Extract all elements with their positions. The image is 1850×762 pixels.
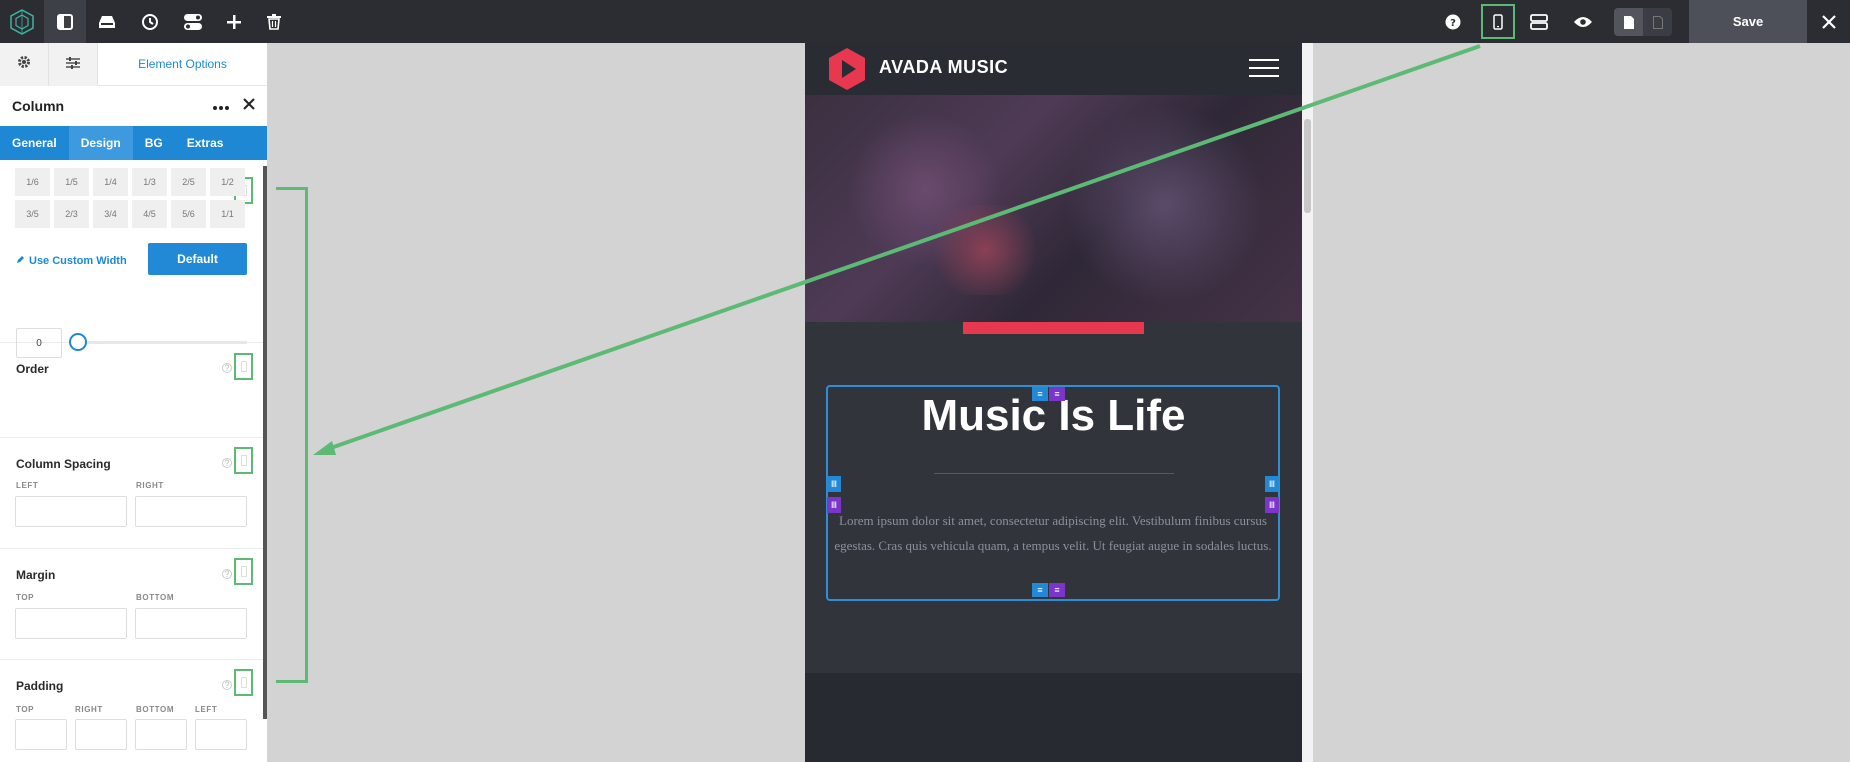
responsive-device-icon[interactable] xyxy=(234,669,253,696)
save-button[interactable]: Save xyxy=(1689,0,1807,43)
use-custom-width-label: Use Custom Width xyxy=(29,255,127,267)
column-handle-icon[interactable]: ≡ xyxy=(1032,387,1048,401)
mobile-preview-icon[interactable] xyxy=(1481,4,1515,39)
width-option[interactable]: 1/3 xyxy=(132,168,167,196)
column-left-handle-icon[interactable]: Ⅲ xyxy=(827,476,841,492)
width-option[interactable]: 1/1 xyxy=(210,200,245,228)
order-slider-track[interactable] xyxy=(78,341,247,344)
order-label: Order xyxy=(16,362,49,376)
margin-bottom-label: BOTTOM xyxy=(136,593,175,602)
site-header: AVADA MUSIC xyxy=(805,43,1302,95)
default-button[interactable]: Default xyxy=(148,243,247,275)
width-option[interactable]: 5/6 xyxy=(171,200,206,228)
page-outline-icon[interactable] xyxy=(1643,8,1672,36)
margin-top-label: TOP xyxy=(16,593,35,602)
preview-scrollbar[interactable] xyxy=(1302,43,1313,762)
play-logo-icon xyxy=(828,48,866,95)
spacing-left-label: LEFT xyxy=(16,481,39,490)
width-option[interactable]: 4/5 xyxy=(132,200,167,228)
spacing-right-label: RIGHT xyxy=(136,481,164,490)
menu-icon[interactable] xyxy=(1249,59,1279,79)
help-icon[interactable]: ? xyxy=(222,569,232,579)
order-input[interactable]: 0 xyxy=(16,328,62,358)
width-option[interactable]: 1/4 xyxy=(93,168,128,196)
margin-label: Margin xyxy=(16,568,56,582)
accent-bar xyxy=(963,322,1144,334)
responsive-device-icon[interactable] xyxy=(234,447,253,474)
padding-top-input[interactable] xyxy=(15,719,67,750)
container-handle-icon[interactable]: ≡ xyxy=(1049,387,1065,401)
design-options: Width ? 1/6 1/5 1/4 1/3 2/5 1/2 3/5 2/3 … xyxy=(0,0,263,762)
mobile-preview: AVADA MUSIC Music Is Life Lorem ipsum do… xyxy=(805,43,1302,762)
padding-bottom-input[interactable] xyxy=(135,719,187,750)
next-section xyxy=(805,673,1302,762)
width-options: 1/6 1/5 1/4 1/3 2/5 1/2 3/5 2/3 3/4 4/5 … xyxy=(15,168,245,228)
padding-left-label: LEFT xyxy=(195,705,218,714)
help-icon[interactable]: ? xyxy=(222,363,232,373)
container-bottom-handle-icon[interactable]: ≡ xyxy=(1049,583,1065,597)
padding-top-label: TOP xyxy=(16,705,35,714)
help-icon[interactable]: ? xyxy=(222,680,232,690)
width-option[interactable]: 1/5 xyxy=(54,168,89,196)
column-bottom-handle-icon[interactable]: ≡ xyxy=(1032,583,1048,597)
preview-eye-icon[interactable] xyxy=(1562,0,1604,43)
padding-left-input[interactable] xyxy=(195,719,247,750)
width-option[interactable]: 3/5 xyxy=(15,200,50,228)
padding-label: Padding xyxy=(16,679,64,693)
margin-section: Margin ? xyxy=(0,549,263,660)
pencil-icon xyxy=(16,255,25,267)
responsive-device-icon[interactable] xyxy=(234,558,253,585)
width-option[interactable]: 2/3 xyxy=(54,200,89,228)
padding-right-label: RIGHT xyxy=(75,705,103,714)
width-option[interactable]: 1/6 xyxy=(15,168,50,196)
column-right-handle-icon[interactable]: Ⅲ xyxy=(1265,476,1279,492)
panel-scrollbar[interactable] xyxy=(263,166,267,719)
column-spacing-label: Column Spacing xyxy=(16,457,111,471)
width-option[interactable]: 2/5 xyxy=(171,168,206,196)
spacing-left-input[interactable] xyxy=(15,496,127,527)
page-icon[interactable] xyxy=(1614,8,1643,36)
help-icon[interactable]: ? xyxy=(1432,0,1474,43)
builder-toolbar: ? Save xyxy=(0,0,1850,43)
hero-image xyxy=(805,95,1302,322)
page-view-toggle xyxy=(1614,8,1672,36)
order-slider-handle[interactable] xyxy=(69,333,87,351)
container-left-handle-icon[interactable]: Ⅲ xyxy=(827,497,841,513)
width-option[interactable]: 3/4 xyxy=(93,200,128,228)
separator xyxy=(934,473,1174,474)
column-spacing-section: Column Spacing ? xyxy=(0,438,263,549)
close-icon[interactable] xyxy=(1807,0,1850,43)
use-custom-width-link[interactable]: Use Custom Width xyxy=(16,255,127,267)
width-option[interactable]: 1/2 xyxy=(210,168,245,196)
annotation-bracket xyxy=(276,187,308,683)
padding-bottom-label: BOTTOM xyxy=(136,705,175,714)
brand-name: AVADA MUSIC xyxy=(879,57,1009,77)
margin-bottom-input[interactable] xyxy=(135,608,247,639)
svg-text:?: ? xyxy=(1450,18,1456,29)
responsive-device-icon[interactable] xyxy=(234,353,253,380)
spacing-right-input[interactable] xyxy=(135,496,247,527)
margin-top-input[interactable] xyxy=(15,608,127,639)
padding-right-input[interactable] xyxy=(75,719,127,750)
body-text: Lorem ipsum dolor sit amet, consectetur … xyxy=(834,513,1272,553)
container-right-handle-icon[interactable]: Ⅲ xyxy=(1265,497,1279,513)
layout-icon[interactable] xyxy=(1518,0,1560,43)
help-icon[interactable]: ? xyxy=(222,458,232,468)
